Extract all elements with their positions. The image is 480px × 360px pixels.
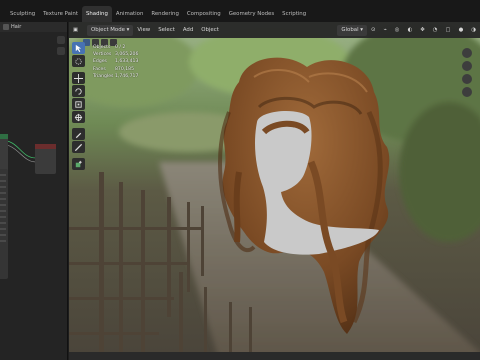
rotate-tool[interactable]: [72, 85, 85, 97]
node-editor-header: Hair: [0, 22, 67, 32]
transform-icon: [74, 113, 83, 121]
shader-node-editor[interactable]: Hair: [0, 22, 68, 360]
node-side-icons: [56, 36, 66, 58]
pan-hand-icon[interactable]: [462, 61, 472, 71]
menu-select[interactable]: Select: [154, 25, 179, 36]
navigation-gizmo: [462, 48, 474, 100]
scale-tool[interactable]: [72, 98, 85, 110]
3d-viewport[interactable]: ▣ Object Mode ▾ View Select Add Object G…: [69, 22, 480, 360]
shading-material-icon[interactable]: ◑: [467, 25, 480, 36]
scene-statistics: Objects 0 / 2 Vertices 3,065,206 Edges 1,63…: [93, 45, 139, 79]
move-tool[interactable]: [72, 72, 85, 84]
measure-tool[interactable]: [72, 141, 85, 153]
move-icon: [74, 73, 83, 83]
visibility-icon[interactable]: ◐: [404, 25, 417, 36]
node-left[interactable]: [0, 134, 8, 174]
menu-object[interactable]: Object: [197, 25, 223, 36]
tab-rendering[interactable]: Rendering: [147, 6, 183, 22]
snap-icon[interactable]: ⌁: [380, 25, 391, 36]
viewport-header: ▣ Object Mode ▾ View Select Add Object G…: [69, 22, 480, 38]
proportional-edit-icon[interactable]: ◎: [391, 25, 404, 36]
workspace-bar: Sculpting Texture Paint Shading Animatio…: [0, 0, 480, 22]
node-tool-icon-2[interactable]: [57, 47, 65, 55]
gizmo-toggle-icon[interactable]: ✥: [416, 25, 429, 36]
transform-tool[interactable]: [72, 111, 85, 123]
tab-shading[interactable]: Shading: [81, 6, 112, 22]
tab-texture-paint[interactable]: Texture Paint: [39, 6, 82, 22]
editor-type-icon[interactable]: ▣: [69, 25, 87, 36]
rotate-icon: [75, 87, 82, 95]
select-box-tool[interactable]: [72, 42, 85, 54]
tool-shelf: [72, 42, 85, 171]
mode-selector[interactable]: Object Mode ▾: [87, 24, 134, 36]
shading-solid-icon[interactable]: ●: [455, 25, 468, 36]
annotate-tool[interactable]: [72, 128, 85, 140]
node-graph[interactable]: [0, 34, 58, 354]
tab-sculpting[interactable]: Sculpting: [6, 6, 39, 22]
menu-view[interactable]: View: [133, 25, 154, 36]
tab-geometry-nodes[interactable]: Geometry Nodes: [225, 6, 278, 22]
cursor-icon: [75, 44, 82, 52]
tab-animation[interactable]: Animation: [112, 6, 147, 22]
scale-icon: [75, 100, 82, 108]
xray-icon[interactable]: ▢: [441, 25, 454, 36]
transform-orientation[interactable]: Global ▾: [337, 24, 367, 36]
overlay-icon[interactable]: ◔: [429, 25, 442, 36]
menu-add[interactable]: Add: [179, 25, 197, 36]
add-cube-tool[interactable]: [72, 158, 85, 170]
node-tool-icon-1[interactable]: [57, 36, 65, 44]
tab-scripting[interactable]: Scripting: [278, 6, 310, 22]
object-icon: [3, 23, 9, 30]
perspective-grid-icon[interactable]: [462, 87, 472, 97]
zoom-icon[interactable]: [462, 48, 472, 58]
pencil-icon: [75, 132, 82, 138]
camera-view-icon[interactable]: [462, 74, 472, 84]
tab-compositing[interactable]: Compositing: [183, 6, 225, 22]
ruler-icon: [74, 143, 83, 151]
cube-add-icon: [75, 160, 82, 167]
3d-cursor-icon: [75, 57, 82, 65]
cursor-tool[interactable]: [72, 55, 85, 67]
object-name: Hair: [11, 24, 22, 30]
pivot-icon[interactable]: ⊙: [367, 25, 380, 36]
